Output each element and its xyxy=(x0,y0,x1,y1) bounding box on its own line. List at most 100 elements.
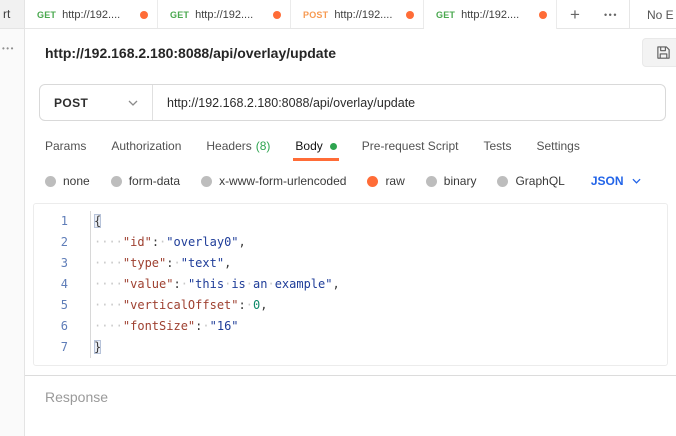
request-tab-label: Pre-request Script xyxy=(362,139,459,153)
request-section-tab[interactable]: Settings xyxy=(537,133,580,159)
import-button-cutoff-label: rt xyxy=(3,7,10,21)
code-lines: 1 { 2 ····"id":·"overlay0", 3 ····"type"… xyxy=(34,211,667,358)
line-code: ····"fontSize":·"16" xyxy=(90,316,239,337)
environment-selector[interactable]: No E xyxy=(630,0,676,29)
app-window: rt ••• GET http://192.... GET http://192… xyxy=(0,0,676,436)
unsaved-changes-dot-icon xyxy=(406,11,414,19)
open-request-tab[interactable]: POST http://192.... xyxy=(291,0,424,29)
radio-label: none xyxy=(63,174,90,188)
method-select[interactable]: POST xyxy=(40,85,152,120)
unsaved-changes-dot-icon xyxy=(140,11,148,19)
main-panel: GET http://192.... GET http://192.... PO… xyxy=(25,0,676,436)
unsaved-changes-dot-icon xyxy=(539,11,547,19)
line-number: 5 xyxy=(34,295,90,316)
radio-circle-icon xyxy=(45,176,56,187)
sidebar-more-icon[interactable]: ••• xyxy=(0,44,24,53)
line-code: ····"verticalOffset":·0, xyxy=(90,295,267,316)
save-floppy-icon xyxy=(656,45,671,60)
request-tab-label: Params xyxy=(45,139,86,153)
line-number: 3 xyxy=(34,253,90,274)
radio-circle-icon xyxy=(426,176,437,187)
request-section-tab[interactable]: Params xyxy=(45,133,86,159)
code-line[interactable]: 6 ····"fontSize":·"16" xyxy=(34,316,667,337)
tab-strip: GET http://192.... GET http://192.... PO… xyxy=(25,0,676,29)
tab-method-label: GET xyxy=(37,10,56,20)
request-tab-label: Body xyxy=(295,139,322,153)
tab-url-label: http://192.... xyxy=(461,9,519,21)
radio-circle-icon xyxy=(201,176,212,187)
line-code: { xyxy=(90,211,101,232)
request-tab-label: Headers xyxy=(206,139,251,153)
open-request-tab[interactable]: GET http://192.... xyxy=(25,0,158,29)
radio-circle-icon xyxy=(111,176,122,187)
code-line[interactable]: 1 { xyxy=(34,211,667,232)
radio-label: x-www-form-urlencoded xyxy=(219,174,346,188)
url-input[interactable]: http://192.168.2.180:8088/api/overlay/up… xyxy=(153,96,665,110)
radio-label: GraphQL xyxy=(515,174,564,188)
radio-label: raw xyxy=(385,174,404,188)
tab-options-icon[interactable]: ••• xyxy=(593,0,629,29)
response-pane: Response xyxy=(25,375,676,436)
code-line[interactable]: 2 ····"id":·"overlay0", xyxy=(34,232,667,253)
line-number: 6 xyxy=(34,316,90,337)
body-type-radio[interactable]: raw xyxy=(367,174,404,188)
line-number: 1 xyxy=(34,211,90,232)
radio-label: binary xyxy=(444,174,477,188)
tab-method-label: GET xyxy=(436,10,455,20)
request-tab-count: (8) xyxy=(256,139,271,153)
line-number: 4 xyxy=(34,274,90,295)
code-line[interactable]: 4 ····"value":·"this·is·an·example", xyxy=(34,274,667,295)
language-label: JSON xyxy=(591,174,624,188)
request-tab-label: Authorization xyxy=(111,139,181,153)
code-line[interactable]: 5 ····"verticalOffset":·0, xyxy=(34,295,667,316)
language-select[interactable]: JSON xyxy=(591,174,641,188)
request-tabs: Params Authorization Headers (8) Body Pr… xyxy=(45,133,676,159)
tab-url-label: http://192.... xyxy=(334,9,392,21)
line-number: 7 xyxy=(34,337,90,358)
body-type-row: none form-data x-www-form-urlencoded raw… xyxy=(45,169,676,193)
body-type-radio[interactable]: x-www-form-urlencoded xyxy=(201,174,346,188)
chevron-down-icon xyxy=(632,178,641,184)
request-url-builder: POST http://192.168.2.180:8088/api/overl… xyxy=(39,84,666,121)
chevron-down-icon xyxy=(128,100,138,106)
code-line[interactable]: 7 } xyxy=(34,337,667,358)
body-type-radio[interactable]: none xyxy=(45,174,90,188)
environment-label: No E xyxy=(647,8,674,22)
line-number: 2 xyxy=(34,232,90,253)
import-button-cutoff[interactable]: rt xyxy=(0,0,24,29)
unsaved-changes-dot-icon xyxy=(273,11,281,19)
request-section-tab[interactable]: Tests xyxy=(483,133,511,159)
response-label: Response xyxy=(45,389,108,405)
body-type-radio[interactable]: binary xyxy=(426,174,477,188)
open-request-tab[interactable]: GET http://192.... xyxy=(424,0,557,29)
tab-url-label: http://192.... xyxy=(195,9,253,21)
request-section-tab[interactable]: Headers (8) xyxy=(206,133,270,159)
body-present-dot-icon xyxy=(330,143,337,150)
request-title-row: http://192.168.2.180:8088/api/overlay/up… xyxy=(25,29,676,76)
sidebar-sliver: rt ••• xyxy=(0,0,25,436)
code-line[interactable]: 3 ····"type":·"text", xyxy=(34,253,667,274)
radio-label: form-data xyxy=(129,174,180,188)
line-code: ····"type":·"text", xyxy=(90,253,231,274)
tab-url-label: http://192.... xyxy=(62,9,120,21)
tab-method-label: POST xyxy=(303,10,328,20)
save-button[interactable] xyxy=(642,38,676,67)
method-label: POST xyxy=(54,96,88,110)
tab-method-label: GET xyxy=(170,10,189,20)
line-code: ····"value":·"this·is·an·example", xyxy=(90,274,340,295)
radio-circle-icon xyxy=(367,176,378,187)
body-type-radio[interactable]: GraphQL xyxy=(497,174,564,188)
open-request-tab[interactable]: GET http://192.... xyxy=(158,0,291,29)
raw-body-editor[interactable]: 1 { 2 ····"id":·"overlay0", 3 ····"type"… xyxy=(33,203,668,366)
request-section-tab[interactable]: Pre-request Script xyxy=(362,133,459,159)
body-type-radio[interactable]: form-data xyxy=(111,174,180,188)
request-tab-label: Settings xyxy=(537,139,580,153)
new-tab-button[interactable]: + xyxy=(557,0,593,29)
request-section-tab[interactable]: Authorization xyxy=(111,133,181,159)
line-code: ····"id":·"overlay0", xyxy=(90,232,246,253)
line-code: } xyxy=(90,337,101,358)
radio-circle-icon xyxy=(497,176,508,187)
request-tab-label: Tests xyxy=(483,139,511,153)
request-section-tab[interactable]: Body xyxy=(295,133,336,159)
request-title: http://192.168.2.180:8088/api/overlay/up… xyxy=(45,45,336,61)
